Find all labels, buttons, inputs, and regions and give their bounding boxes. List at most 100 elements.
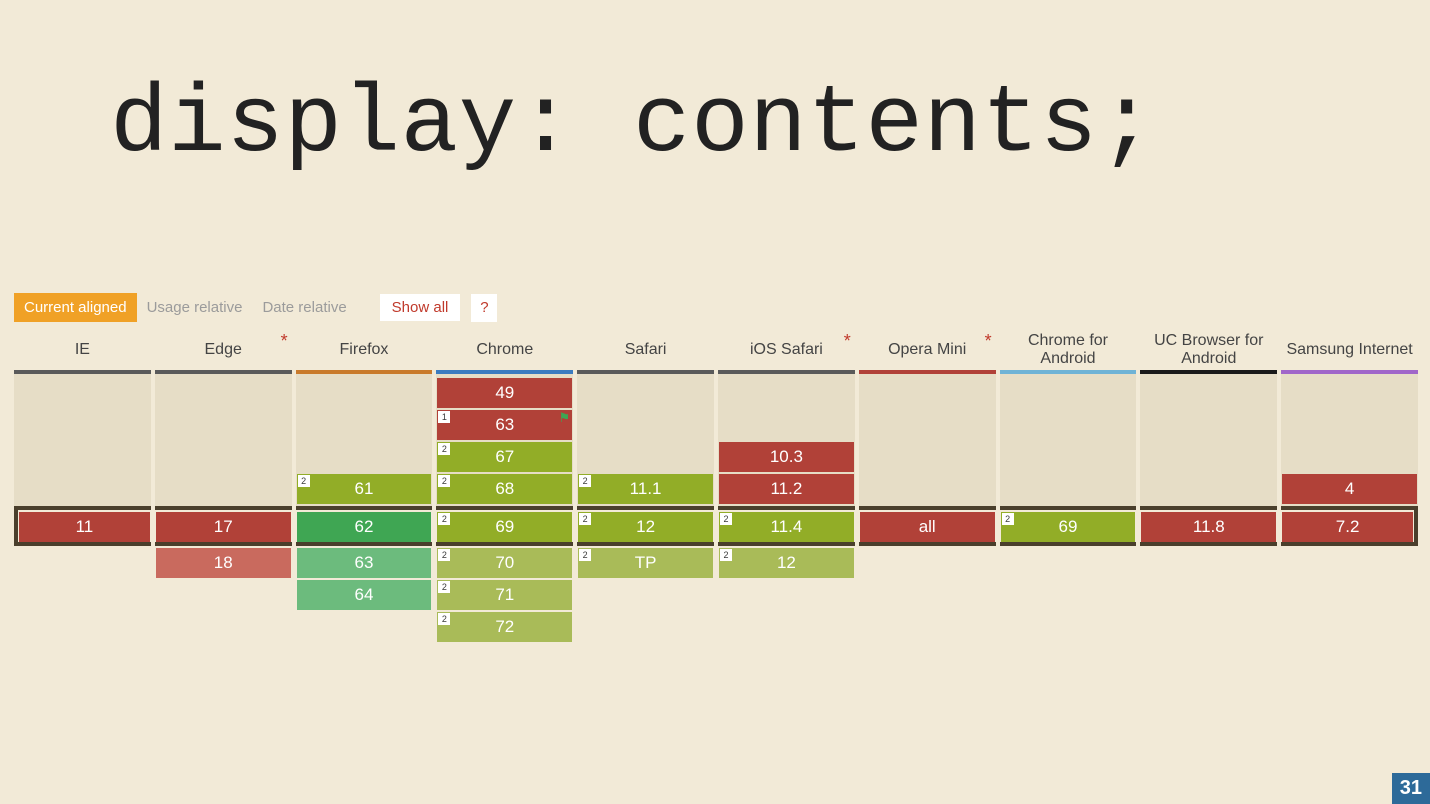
current-version: all [859, 506, 996, 546]
current-version: 11.42 [718, 506, 855, 546]
past-versions: 49 63 1 ⚑ 672 68 2 [436, 374, 573, 506]
version-label: 69 [1059, 517, 1078, 537]
version-cell[interactable]: all [860, 512, 995, 542]
version-label: 10.3 [770, 447, 803, 467]
version-cell[interactable]: 11 [19, 512, 150, 542]
browser-column: Safari 11.12 122 TP 2 [577, 330, 714, 644]
past-versions [1000, 374, 1137, 506]
browser-header[interactable]: Safari [577, 330, 714, 374]
view-controls: Current aligned Usage relative Date rela… [14, 293, 497, 322]
version-label: 63 [495, 415, 514, 435]
version-label: 71 [495, 585, 514, 605]
browser-header[interactable]: Opera Mini* [859, 330, 996, 374]
version-label: all [919, 517, 936, 537]
version-label: 68 [495, 479, 514, 499]
version-cell[interactable]: 49 [437, 378, 572, 408]
browser-header[interactable]: UC Browser for Android [1140, 330, 1277, 374]
version-cell[interactable]: 11.2 [719, 474, 854, 504]
browser-column: Chrome for Android 69 2 [1000, 330, 1137, 644]
version-cell[interactable]: 10.3 [719, 442, 854, 472]
past-versions: 10.3 11.2 [718, 374, 855, 506]
footnote-badge: 2 [438, 475, 450, 487]
show-all-button[interactable]: Show all [379, 293, 462, 322]
future-versions: 18 [155, 546, 292, 580]
version-label: 18 [214, 553, 233, 573]
version-cell[interactable]: 70 2 [437, 548, 572, 578]
version-cell[interactable]: 63 [297, 548, 432, 578]
current-version: 62 [296, 506, 433, 546]
version-cell[interactable]: 122 [719, 548, 854, 578]
version-cell[interactable]: 68 2 [437, 474, 572, 504]
version-label: 63 [355, 553, 374, 573]
footnote-badge: 2 [579, 549, 591, 561]
version-label: 70 [495, 553, 514, 573]
browser-name: Chrome for Android [1004, 332, 1133, 367]
version-label: 11 [76, 517, 94, 537]
current-version: 11 [14, 506, 151, 546]
version-cell[interactable]: 61 2 [297, 474, 432, 504]
future-versions: 122 [718, 546, 855, 580]
current-version: 17 [155, 506, 292, 546]
version-cell[interactable]: 11.12 [578, 474, 713, 504]
footnote-badge: 2 [720, 513, 732, 525]
version-cell[interactable]: 63 1 ⚑ [437, 410, 572, 440]
version-label: TP [635, 553, 657, 573]
footnote-badge: 2 [1002, 513, 1014, 525]
current-version: 692 [436, 506, 573, 546]
browser-header[interactable]: Samsung Internet [1281, 330, 1418, 374]
past-versions: 61 2 [296, 374, 433, 506]
version-label: 64 [355, 585, 374, 605]
browser-header[interactable]: Chrome [436, 330, 573, 374]
footnote-badge: 2 [720, 549, 732, 561]
footnote-badge: 2 [298, 475, 310, 487]
version-label: 4 [1345, 479, 1354, 499]
browser-name: Samsung Internet [1286, 341, 1412, 359]
version-cell[interactable]: 62 [297, 512, 432, 542]
version-label: 7.2 [1336, 517, 1360, 537]
flag-icon: ⚑ [559, 410, 571, 426]
version-cell[interactable]: 71 2 [437, 580, 572, 610]
version-label: 67 [495, 447, 514, 467]
browser-header[interactable]: iOS Safari* [718, 330, 855, 374]
current-version: 69 2 [1000, 506, 1137, 546]
past-versions [859, 374, 996, 506]
past-versions: 11.12 [577, 374, 714, 506]
footnote-badge: 2 [438, 513, 450, 525]
footnote-badge: 2 [438, 613, 450, 625]
version-label: 11.4 [770, 517, 802, 537]
help-button[interactable]: ? [471, 294, 497, 322]
tab-date-relative[interactable]: Date relative [252, 293, 356, 322]
version-cell[interactable]: 64 [297, 580, 432, 610]
version-cell[interactable]: TP 2 [578, 548, 713, 578]
footnote-badge: 1 [438, 411, 450, 423]
browser-column: Edge* 17 18 [155, 330, 292, 644]
version-cell[interactable]: 69 2 [1001, 512, 1136, 542]
browser-name: IE [75, 341, 90, 359]
browser-column: Opera Mini* all [859, 330, 996, 644]
version-cell[interactable]: 18 [156, 548, 291, 578]
tab-current-aligned[interactable]: Current aligned [14, 293, 137, 322]
browser-header[interactable]: IE [14, 330, 151, 374]
browser-header[interactable]: Firefox [296, 330, 433, 374]
version-cell[interactable]: 122 [578, 512, 713, 542]
version-cell[interactable]: 11.42 [719, 512, 854, 542]
version-label: 11.1 [630, 479, 662, 499]
browser-name: Safari [625, 341, 667, 359]
footnote-badge: 2 [438, 581, 450, 593]
browser-header[interactable]: Edge* [155, 330, 292, 374]
version-label: 72 [495, 617, 514, 637]
version-cell[interactable]: 17 [156, 512, 291, 542]
browser-column: IE 11 [14, 330, 151, 644]
version-cell[interactable]: 7.2 [1282, 512, 1413, 542]
version-cell[interactable]: 4 [1282, 474, 1417, 504]
browser-column: Firefox 61 2 62 63 64 [296, 330, 433, 644]
footnote-badge: 2 [438, 549, 450, 561]
version-cell[interactable]: 72 2 [437, 612, 572, 642]
browser-header[interactable]: Chrome for Android [1000, 330, 1137, 374]
version-cell[interactable]: 692 [437, 512, 572, 542]
tab-usage-relative[interactable]: Usage relative [137, 293, 253, 322]
asterisk-icon: * [844, 332, 851, 352]
version-label: 61 [355, 479, 374, 499]
version-cell[interactable]: 11.8 [1141, 512, 1276, 542]
version-cell[interactable]: 672 [437, 442, 572, 472]
